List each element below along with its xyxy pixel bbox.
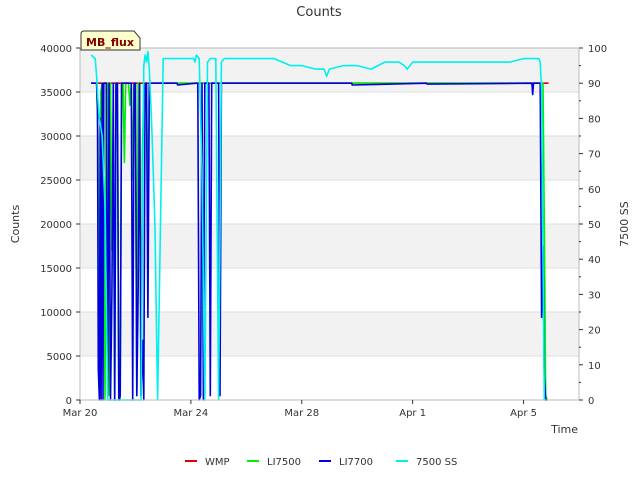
- y2-tick-label: 30: [588, 290, 601, 301]
- y2-tick-label: 70: [588, 150, 601, 161]
- y2-tick-label: 60: [588, 185, 601, 196]
- x-tick-label: Mar 20: [63, 408, 98, 419]
- y2-axis-label: 7500 SS: [618, 201, 631, 246]
- x-tick-label: Mar 24: [173, 408, 208, 419]
- y-axis-ticks: 0 5000 10000 15000 20000 25000 30000 35000 40000: [40, 44, 80, 407]
- y2-axis-ticks: 0 10 20 30 40 50 60 70 80 90 100: [579, 44, 607, 407]
- y-tick-label: 35000: [40, 88, 72, 99]
- y-axis-label: Counts: [9, 205, 22, 244]
- legend: WMP LI7500 LI7700 7500 SS: [185, 457, 457, 468]
- site-label-box: MB_flux: [80, 30, 141, 51]
- y2-tick-label: 10: [588, 361, 601, 372]
- x-tick-label: Apr 5: [510, 408, 537, 419]
- y-tick-label: 30000: [40, 132, 72, 143]
- y-tick-label: 5000: [47, 352, 72, 363]
- y-tick-label: 25000: [40, 176, 72, 187]
- y2-tick-label: 40: [588, 255, 601, 266]
- legend-label: LI7700: [339, 457, 373, 468]
- x-axis-label: Time: [550, 423, 578, 436]
- y2-tick-label: 80: [588, 114, 601, 125]
- legend-label: LI7500: [267, 457, 301, 468]
- x-axis-ticks: Mar 20 Mar 24 Mar 28 Apr 1 Apr 5: [63, 400, 537, 419]
- y-tick-label: 0: [66, 396, 72, 407]
- chart-title: Counts: [296, 5, 342, 20]
- x-tick-label: Mar 28: [284, 408, 319, 419]
- y2-tick-label: 20: [588, 326, 601, 337]
- y-tick-label: 40000: [40, 44, 72, 55]
- y-tick-label: 20000: [40, 220, 72, 231]
- legend-label: 7500 SS: [416, 457, 457, 468]
- plot-band: [80, 136, 579, 180]
- legend-label: WMP: [205, 457, 230, 468]
- y2-tick-label: 50: [588, 220, 601, 231]
- y2-tick-label: 0: [588, 396, 594, 407]
- y-tick-label: 15000: [40, 264, 72, 275]
- y2-tick-label: 100: [588, 44, 607, 55]
- plot-band: [80, 312, 579, 356]
- x-tick-label: Apr 1: [399, 408, 426, 419]
- site-label: MB_flux: [86, 36, 134, 49]
- chart: Mar 20 Mar 24 Mar 28 Apr 1 Apr 5 0 5000 10000 1…: [9, 5, 631, 468]
- y2-tick-label: 90: [588, 79, 601, 90]
- y-tick-label: 10000: [40, 308, 72, 319]
